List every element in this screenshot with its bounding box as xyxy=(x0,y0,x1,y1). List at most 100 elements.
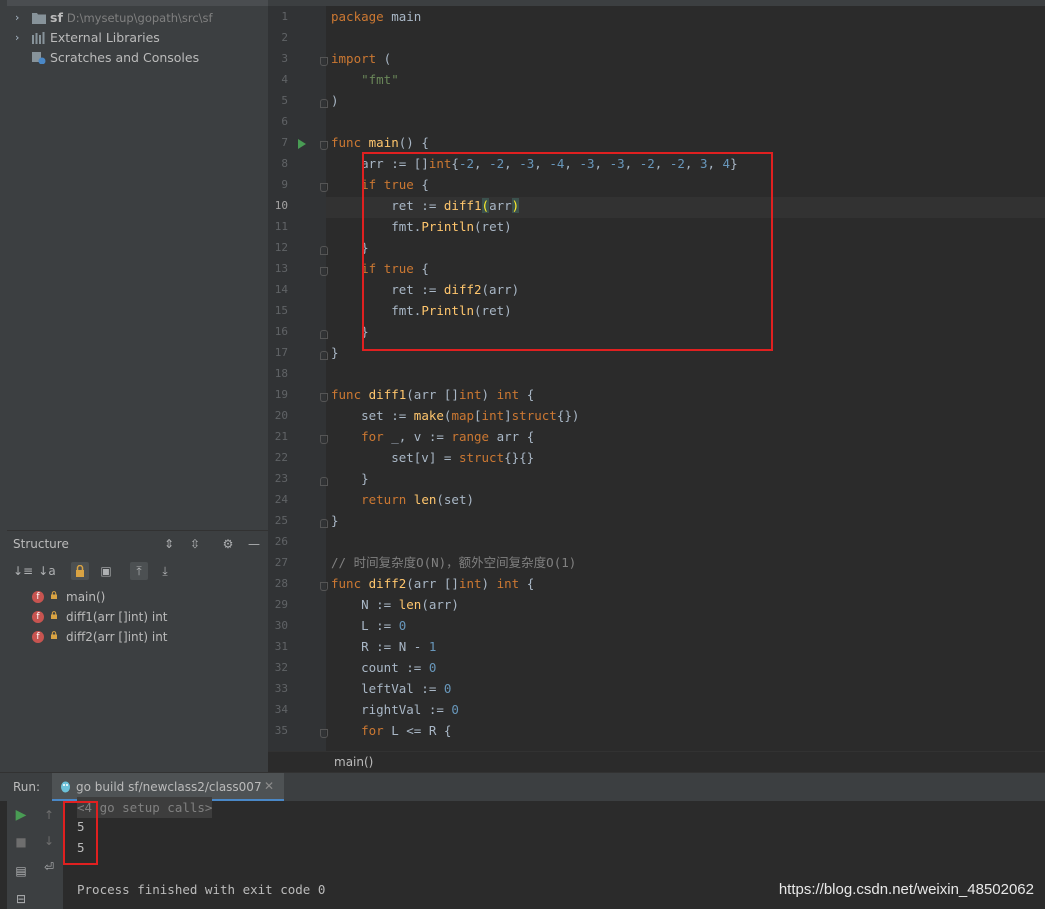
code-line-35[interactable]: for L <= R { xyxy=(331,720,451,741)
soft-wrap-icon[interactable]: ⏎ xyxy=(39,857,59,877)
project-tree-item-scratches[interactable]: Scratches and Consoles xyxy=(7,48,268,68)
console-exit-message: Process finished with exit code 0 xyxy=(77,882,326,897)
code-line-23[interactable]: } xyxy=(331,468,369,489)
line-number: 28 xyxy=(274,577,288,590)
structure-item-diff2[interactable]: f diff2(arr []int) int xyxy=(7,627,268,647)
sort-alphabetically-icon[interactable]: ↓a xyxy=(38,562,56,580)
structure-header: Structure ⇕ ⇳ ⚙ — xyxy=(7,531,268,557)
structure-item-label: main() xyxy=(66,590,106,604)
up-arrow-icon[interactable]: ↑ xyxy=(39,805,59,825)
line-number: 31 xyxy=(274,640,288,653)
line-number: 35 xyxy=(274,724,288,737)
structure-title: Structure xyxy=(13,537,69,551)
hide-panel-icon[interactable]: — xyxy=(245,535,263,553)
highlight-box-main-body xyxy=(362,152,773,351)
collapse-all-icon[interactable]: ⇳ xyxy=(186,535,204,553)
lock-icon xyxy=(51,591,57,599)
line-number: 27 xyxy=(274,556,288,569)
run-gutter-icon[interactable] xyxy=(298,139,306,149)
fold-marker-icon[interactable] xyxy=(320,351,328,360)
code-line-17[interactable]: } xyxy=(331,342,339,363)
fold-marker-icon[interactable] xyxy=(320,246,328,255)
close-icon[interactable]: ✕ xyxy=(264,779,274,793)
code-line-5[interactable]: ) xyxy=(331,90,339,111)
expand-all-icon[interactable]: ⇕ xyxy=(160,535,178,553)
lock-icon xyxy=(51,611,57,619)
code-line-29[interactable]: N := len(arr) xyxy=(331,594,459,615)
code-line-31[interactable]: R := N - 1 xyxy=(331,636,436,657)
stop-icon[interactable]: ■ xyxy=(11,832,31,852)
line-number: 12 xyxy=(274,241,288,254)
fold-marker-icon[interactable] xyxy=(320,393,328,402)
line-number: 5 xyxy=(281,94,288,107)
expand-arrow-icon[interactable]: › xyxy=(15,28,19,48)
line-number: 22 xyxy=(274,451,288,464)
layout-icon[interactable]: ▤ xyxy=(11,861,31,881)
code-line-20[interactable]: set := make(map[int]struct{}) xyxy=(331,405,579,426)
pin-tab-icon[interactable]: ⊟ xyxy=(11,889,31,909)
line-number: 14 xyxy=(274,283,288,296)
code-line-33[interactable]: leftVal := 0 xyxy=(331,678,451,699)
line-number: 32 xyxy=(274,661,288,674)
code-line-34[interactable]: rightVal := 0 xyxy=(331,699,459,720)
fold-marker-icon[interactable] xyxy=(320,477,328,486)
structure-item-main[interactable]: f main() xyxy=(7,587,268,607)
code-line-7[interactable]: func main() { xyxy=(331,132,429,153)
line-number: 1 xyxy=(281,10,288,23)
fold-marker-icon[interactable] xyxy=(320,330,328,339)
show-non-public-lock-icon[interactable] xyxy=(71,562,89,580)
code-line-21[interactable]: for _, v := range arr { xyxy=(331,426,534,447)
code-line-24[interactable]: return len(set) xyxy=(331,489,474,510)
line-number: 4 xyxy=(281,73,288,86)
line-number: 30 xyxy=(274,619,288,632)
project-panel-tabstrip xyxy=(7,0,268,6)
fold-marker-icon[interactable] xyxy=(320,57,328,66)
scratches-icon xyxy=(32,52,46,64)
line-number: 34 xyxy=(274,703,288,716)
fold-marker-icon[interactable] xyxy=(320,99,328,108)
code-line-27[interactable]: // 时间复杂度O(N)，额外空间复杂度O(1) xyxy=(331,552,576,573)
fold-marker-icon[interactable] xyxy=(320,519,328,528)
fold-marker-icon[interactable] xyxy=(320,141,328,150)
fold-marker-icon[interactable] xyxy=(320,435,328,444)
line-number: 9 xyxy=(281,178,288,191)
fold-marker-icon[interactable] xyxy=(320,267,328,276)
project-tree-item-sf[interactable]: › sf D:\mysetup\gopath\src\sf xyxy=(7,8,268,28)
line-number: 7 xyxy=(281,136,288,149)
code-line-25[interactable]: } xyxy=(331,510,339,531)
breadcrumb[interactable]: main() xyxy=(334,755,373,769)
sort-by-visibility-icon[interactable]: ↓≡ xyxy=(13,562,33,580)
code-line-22[interactable]: set[v] = struct{}{} xyxy=(331,447,534,468)
line-number: 26 xyxy=(274,535,288,548)
structure-item-diff1[interactable]: f diff1(arr []int) int xyxy=(7,607,268,627)
rerun-icon[interactable]: ▶ xyxy=(11,805,31,825)
code-line-32[interactable]: count := 0 xyxy=(331,657,436,678)
line-number: 15 xyxy=(274,304,288,317)
down-arrow-icon[interactable]: ↓ xyxy=(39,831,59,851)
code-editor[interactable]: package main import ( "fmt" ) func main(… xyxy=(268,0,1045,772)
expand-arrow-icon[interactable]: › xyxy=(15,8,19,28)
fold-marker-icon[interactable] xyxy=(320,729,328,738)
project-path: D:\mysetup\gopath\src\sf xyxy=(66,11,213,25)
line-number: 3 xyxy=(281,52,288,65)
show-fields-folder-icon[interactable]: ▣ xyxy=(97,562,115,580)
gear-icon[interactable]: ⚙ xyxy=(219,535,237,553)
line-number: 10 xyxy=(274,199,288,212)
code-line-19[interactable]: func diff1(arr []int) int { xyxy=(331,384,534,405)
function-icon: f xyxy=(32,611,44,623)
code-line-28[interactable]: func diff2(arr []int) int { xyxy=(331,573,534,594)
code-line-1[interactable]: package main xyxy=(331,6,421,27)
code-line-3[interactable]: import ( xyxy=(331,48,391,69)
project-panel: › sf D:\mysetup\gopath\src\sf › External… xyxy=(7,0,268,530)
line-number: 11 xyxy=(274,220,288,233)
project-tree-item-external-libraries[interactable]: › External Libraries xyxy=(7,28,268,48)
autoscroll-from-source-icon[interactable]: ⤓ xyxy=(156,562,174,580)
fold-marker-icon[interactable] xyxy=(320,582,328,591)
line-number: 21 xyxy=(274,430,288,443)
watermark-url: https://blog.csdn.net/weixin_48502062 xyxy=(778,881,1034,898)
code-line-30[interactable]: L := 0 xyxy=(331,615,406,636)
code-line-4[interactable]: "fmt" xyxy=(331,69,399,90)
autoscroll-to-source-icon[interactable]: ⤒ xyxy=(130,562,148,580)
fold-marker-icon[interactable] xyxy=(320,183,328,192)
run-label: Run: xyxy=(13,780,41,794)
